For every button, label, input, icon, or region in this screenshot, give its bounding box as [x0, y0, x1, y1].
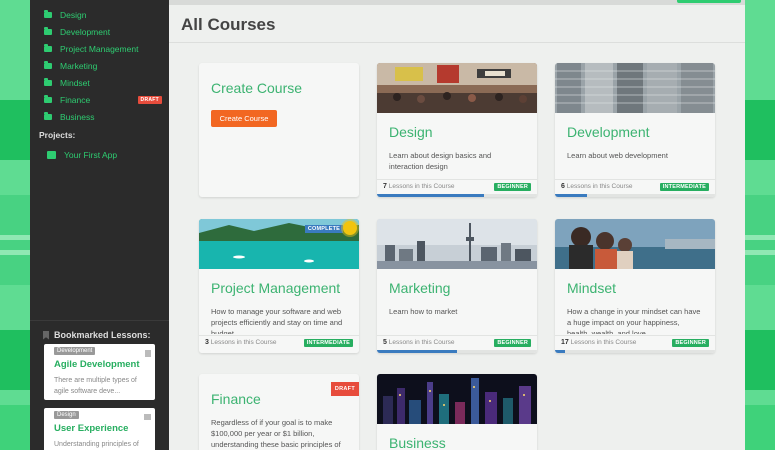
- course-title: Finance: [211, 391, 261, 407]
- sidebar-item-mindset[interactable]: Mindset: [44, 75, 166, 91]
- image-icon: [144, 414, 151, 420]
- course-card-project-management[interactable]: COMPLETE Project Management How to manag…: [199, 219, 359, 353]
- sidebar-item-project-management[interactable]: Project Management: [44, 41, 166, 57]
- course-title: Project Management: [211, 280, 341, 296]
- level-badge: BEGINNER: [494, 183, 531, 191]
- sidebar-item-label: Mindset: [60, 78, 90, 88]
- lesson-count: 7 Lessons in this Course: [383, 183, 455, 190]
- course-footer: 17 Lessons in this Course BEGINNER: [555, 335, 715, 353]
- sidebar-item-label: Project Management: [60, 44, 139, 54]
- course-footer: 5 Lessons in this Course BEGINNER: [377, 335, 537, 353]
- sidebar-item-label: Marketing: [60, 61, 98, 71]
- course-title: Development: [567, 124, 650, 140]
- bookmarked-lessons-label: Bookmarked Lessons:: [54, 330, 151, 340]
- level-badge: BEGINNER: [494, 339, 531, 347]
- progress-bar: [377, 350, 537, 353]
- main-content: All Courses Create Course Create Course …: [169, 0, 745, 450]
- sidebar-item-label: Finance: [60, 95, 91, 105]
- course-title: Mindset: [567, 280, 617, 296]
- sidebar-item-your-first-app[interactable]: Your First App: [44, 147, 166, 163]
- bookmark-category: Design: [54, 411, 79, 419]
- course-description: How to manage your software and web proj…: [211, 307, 343, 334]
- course-card-finance[interactable]: DRAFT Finance Regardless of if your goal…: [199, 374, 359, 450]
- course-description: Learn about web development: [567, 151, 668, 160]
- sidebar: Design Development Project Management Ma…: [30, 0, 169, 450]
- course-footer: 3 Lessons in this Course INTERMEDIATE: [199, 335, 359, 353]
- sidebar-item-marketing[interactable]: Marketing: [44, 58, 166, 74]
- course-card-design[interactable]: Design Learn about design basics and int…: [377, 63, 537, 197]
- top-bar-button[interactable]: [677, 0, 741, 3]
- course-description: Learn about design basics and interactio…: [389, 151, 492, 171]
- bookmark-category: Development: [54, 347, 96, 355]
- lesson-count: 6 Lessons in this Course: [561, 183, 633, 190]
- draft-badge: DRAFT: [330, 382, 359, 396]
- course-image: [377, 63, 537, 113]
- level-badge: BEGINNER: [672, 339, 709, 347]
- sun-icon: [343, 221, 357, 235]
- create-course-button[interactable]: Create Course: [211, 110, 277, 127]
- course-footer: 7 Lessons in this Course BEGINNER: [377, 179, 537, 197]
- complete-badge: COMPLETE: [304, 225, 343, 233]
- sidebar-item-business[interactable]: Business: [44, 109, 166, 125]
- projects-label: Projects:: [39, 130, 76, 140]
- bookmark-title: User Experience: [54, 423, 129, 434]
- course-image: [377, 219, 537, 269]
- course-card-development[interactable]: Development Learn about web development …: [555, 63, 715, 197]
- folder-icon: [44, 44, 52, 52]
- right-background-strip: [745, 0, 775, 450]
- folder-icon: [44, 112, 52, 120]
- bookmark-description: There are multiple types of agile softwa…: [54, 377, 137, 395]
- bookmarked-lessons-heading: Bookmarked Lessons:: [43, 330, 151, 340]
- course-card-business[interactable]: Business: [377, 374, 537, 450]
- draft-badge: DRAFT: [137, 96, 162, 104]
- progress-bar: [377, 194, 537, 197]
- bookmark-icon: [43, 330, 49, 340]
- bookmarked-lessons-panel: Bookmarked Lessons: Development Agile De…: [30, 320, 169, 450]
- course-title: Business: [389, 435, 446, 450]
- course-description: How a change in your mindset can have a …: [567, 307, 701, 334]
- app-icon: [47, 151, 56, 159]
- bookmark-card-user-experience[interactable]: Design User Experience Understanding pri…: [44, 408, 155, 450]
- sidebar-item-label: Development: [60, 27, 111, 37]
- course-image: [377, 374, 537, 424]
- folder-icon: [44, 61, 52, 69]
- course-title: Marketing: [389, 280, 451, 296]
- create-course-card: Create Course Create Course: [199, 63, 359, 197]
- course-description: Learn how to market: [389, 307, 458, 316]
- bookmark-card-agile-development[interactable]: Development Agile Development There are …: [44, 344, 155, 400]
- course-title: Design: [389, 124, 433, 140]
- sidebar-item-label: Your First App: [64, 150, 118, 160]
- sidebar-item-label: Design: [60, 10, 87, 20]
- course-footer: 6 Lessons in this Course INTERMEDIATE: [555, 179, 715, 197]
- course-card-mindset[interactable]: Mindset How a change in your mindset can…: [555, 219, 715, 353]
- course-card-marketing[interactable]: Marketing Learn how to market 5 Lessons …: [377, 219, 537, 353]
- folder-icon: [44, 27, 52, 35]
- create-course-title: Create Course: [211, 80, 303, 96]
- sidebar-item-development[interactable]: Development: [44, 24, 166, 40]
- bookmark-description: Understanding principles of: [54, 441, 139, 448]
- sidebar-item-design[interactable]: Design: [44, 7, 166, 23]
- progress-bar: [555, 350, 715, 353]
- lesson-count: 17 Lessons in this Course: [561, 339, 637, 346]
- course-description: Regardless of if your goal is to make $1…: [211, 418, 341, 449]
- lesson-count: 5 Lessons in this Course: [383, 339, 455, 346]
- level-badge: INTERMEDIATE: [303, 339, 353, 347]
- course-image: [555, 219, 715, 269]
- top-bar: [169, 0, 745, 5]
- sidebar-item-finance[interactable]: Finance DRAFT: [44, 92, 166, 108]
- bookmark-title: Agile Development: [54, 359, 140, 370]
- level-badge: INTERMEDIATE: [659, 183, 709, 191]
- folder-icon: [44, 10, 52, 18]
- folder-icon: [44, 95, 52, 103]
- progress-bar: [555, 194, 715, 197]
- page-title: All Courses: [181, 15, 276, 34]
- sidebar-item-label: Business: [60, 112, 95, 122]
- divider: [169, 42, 745, 43]
- folder-icon: [44, 78, 52, 86]
- document-icon: [145, 350, 151, 357]
- course-image: [555, 63, 715, 113]
- lesson-count: 3 Lessons in this Course: [205, 339, 277, 346]
